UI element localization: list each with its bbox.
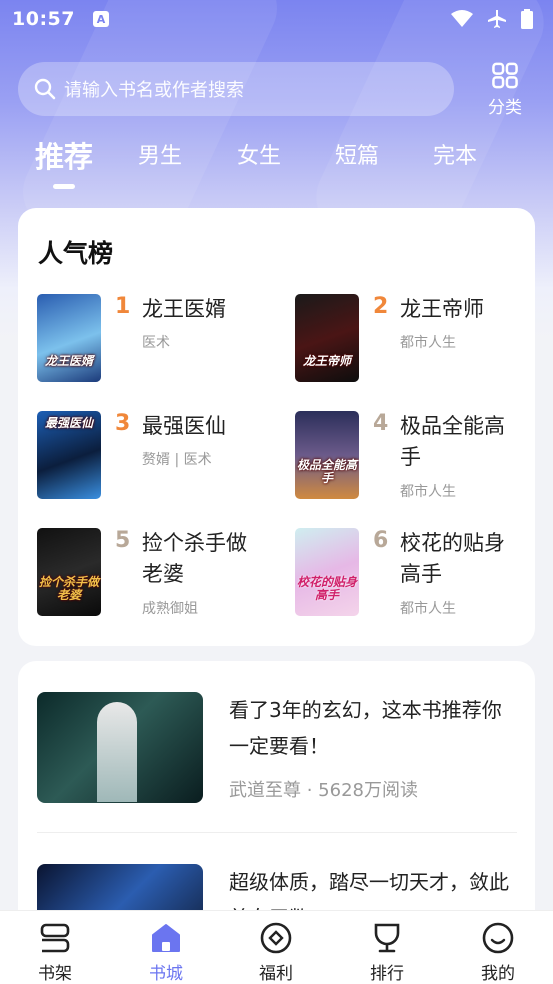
- nav-label: 福利: [259, 964, 293, 984]
- rank-number: 5: [115, 528, 131, 553]
- article-image: [37, 692, 203, 803]
- bookshelf-icon: [40, 923, 70, 953]
- book-tag: 都市人生: [400, 484, 456, 500]
- book-tag: 都市人生: [400, 335, 456, 351]
- book-cover: 捡个杀手做老婆: [37, 528, 101, 616]
- cover-title: 极品全能高手: [297, 458, 358, 485]
- cover-title: 捡个杀手做老婆: [39, 575, 100, 602]
- tab-recommend[interactable]: 推荐: [35, 134, 93, 176]
- cover-title: 最强医仙: [44, 416, 93, 430]
- coin-icon: [260, 922, 292, 954]
- smile-icon: [482, 922, 514, 954]
- book-cover: 极品全能高手: [295, 411, 359, 499]
- nav-label: 我的: [481, 964, 515, 984]
- tab-completed[interactable]: 完本: [433, 138, 477, 170]
- status-time: 10:57: [12, 8, 75, 30]
- search-input[interactable]: 请输入书名或作者搜索: [18, 62, 454, 116]
- divider: [37, 832, 517, 833]
- article-meta: 武道至尊 · 5628万阅读: [229, 780, 418, 801]
- rank-number: 4: [373, 411, 389, 436]
- rank-number: 3: [115, 411, 131, 436]
- ranking-book[interactable]: 龙王医婿 1 龙王医婿 医术: [37, 294, 277, 394]
- nav-bookstore[interactable]: 书城: [121, 911, 211, 984]
- figure-illustration: [97, 702, 137, 802]
- rank-number: 1: [115, 294, 131, 319]
- article-item[interactable]: 看了3年的玄幻，这本书推荐你一定要看！ 武道至尊 · 5628万阅读: [37, 692, 517, 807]
- ranking-book[interactable]: 校花的贴身高手 6 校花的贴身高手 都市人生: [295, 528, 535, 628]
- notification-badge: A: [92, 11, 109, 27]
- cover-title: 龙王医婿: [44, 354, 93, 368]
- ranking-book[interactable]: 极品全能高手 4 极品全能高手 都市人生: [295, 411, 535, 511]
- ranking-book[interactable]: 龙王帝师 2 龙王帝师 都市人生: [295, 294, 535, 394]
- nav-welfare[interactable]: 福利: [231, 911, 321, 984]
- tab-short[interactable]: 短篇: [335, 138, 379, 170]
- home-icon: [152, 924, 180, 952]
- wifi-icon: [451, 10, 473, 27]
- book-cover: 最强医仙: [37, 411, 101, 499]
- trophy-icon: [374, 923, 400, 953]
- book-title: 校花的贴身高手: [400, 531, 505, 586]
- nav-label: 排行: [370, 964, 404, 984]
- book-tag: 成熟御姐: [142, 601, 198, 617]
- rank-number: 2: [373, 294, 389, 319]
- tab-female[interactable]: 女生: [237, 138, 281, 170]
- popularity-ranking-card: 人气榜 龙王医婿 1 龙王医婿 医术 龙王帝师 2 龙王帝师 都市人生 最强医仙…: [18, 208, 535, 646]
- grid-icon: [492, 62, 518, 89]
- nav-profile[interactable]: 我的: [453, 911, 543, 984]
- book-cover: 龙王帝师: [295, 294, 359, 382]
- tab-male[interactable]: 男生: [138, 138, 182, 170]
- nav-bookshelf[interactable]: 书架: [10, 911, 100, 984]
- search-icon: [34, 78, 56, 100]
- book-tag: 医术: [142, 335, 170, 351]
- cover-title: 龙王帝师: [302, 354, 351, 368]
- book-title: 捡个杀手做老婆: [142, 531, 247, 586]
- active-tab-indicator: [53, 184, 75, 189]
- category-tabs: 推荐 男生 女生 短篇 完本: [0, 138, 553, 194]
- nav-ranking[interactable]: 排行: [342, 911, 432, 984]
- nav-label: 书城: [149, 964, 183, 984]
- ranking-title: 人气榜: [38, 239, 114, 268]
- airplane-icon: [488, 10, 506, 28]
- book-title: 极品全能高手: [400, 414, 505, 469]
- book-tag: 赘婿 | 医术: [142, 452, 212, 468]
- category-label: 分类: [488, 98, 522, 118]
- bottom-navigation: 书架 书城 福利 排行 我的: [0, 910, 553, 984]
- article-title: 看了3年的玄幻，这本书推荐你一定要看！: [229, 698, 502, 758]
- book-cover: 龙王医婿: [37, 294, 101, 382]
- book-cover: 校花的贴身高手: [295, 528, 359, 616]
- ranking-book[interactable]: 最强医仙 3 最强医仙 赘婿 | 医术: [37, 411, 277, 511]
- status-bar: 10:57 A: [0, 0, 553, 38]
- battery-icon: [521, 9, 533, 29]
- ranking-book[interactable]: 捡个杀手做老婆 5 捡个杀手做老婆 成熟御姐: [37, 528, 277, 628]
- book-title: 龙王帝师: [400, 297, 484, 321]
- rank-number: 6: [373, 528, 389, 553]
- book-title: 最强医仙: [142, 414, 226, 438]
- nav-label: 书架: [38, 964, 72, 984]
- category-button[interactable]: 分类: [478, 62, 532, 118]
- book-tag: 都市人生: [400, 601, 456, 617]
- book-title: 龙王医婿: [142, 297, 226, 321]
- cover-title: 校花的贴身高手: [297, 575, 358, 602]
- search-placeholder: 请输入书名或作者搜索: [64, 80, 244, 101]
